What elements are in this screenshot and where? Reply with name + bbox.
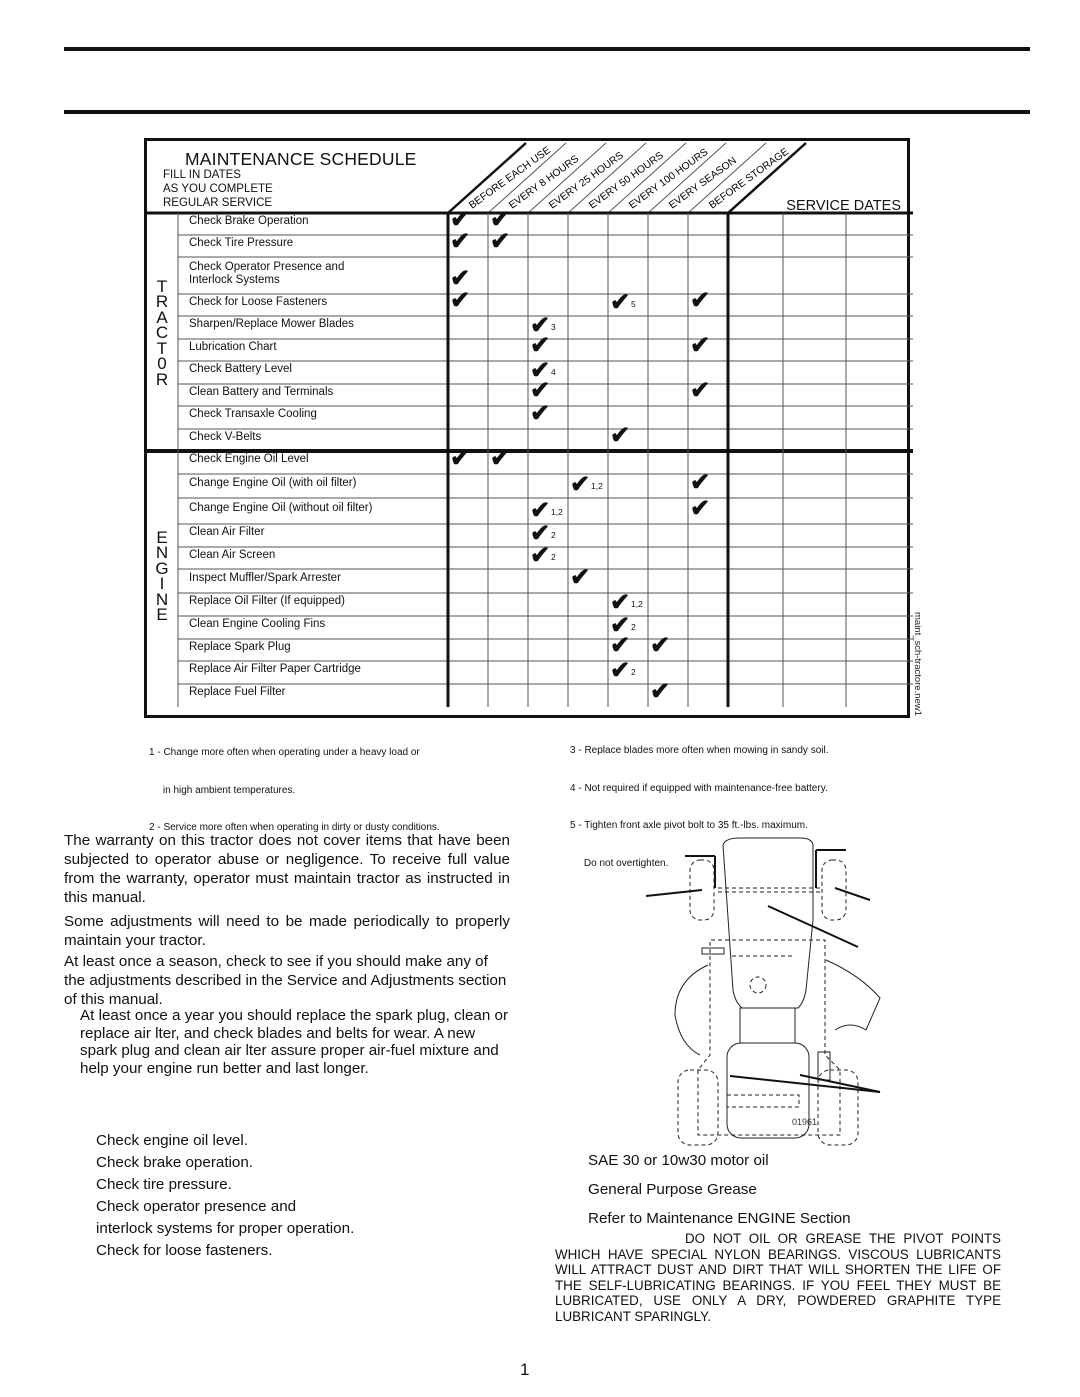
task-label: Lubrication Chart [189, 340, 277, 353]
task-label: Replace Fuel Filter [189, 686, 286, 698]
check-mark: ✔ [610, 422, 631, 449]
section-letter: R [155, 369, 169, 389]
deck-left [674, 964, 709, 1056]
check-mark: ✔ [530, 542, 551, 569]
check-mark: ✔ [450, 287, 471, 314]
checklist-item: interlock systems for proper operation. [96, 1220, 355, 1237]
check-mark: ✔ [690, 495, 711, 522]
section-label: TRACT0R [151, 278, 173, 389]
task-label: Check Transaxle Cooling [189, 408, 317, 420]
tractor-lubrication-diagram: 01961 [645, 837, 881, 1146]
callout-lines [645, 849, 881, 1093]
footnote-ref: 2 [551, 552, 556, 562]
check-mark: ✔ [690, 469, 711, 496]
task-label: Check for Loose Fasteners [189, 295, 328, 308]
check-mark: ✔ [450, 228, 471, 255]
checklist-item: Check for loose fasteners. [96, 1242, 273, 1259]
check-mark: ✔ [690, 377, 711, 404]
footnote-ref: 4 [551, 367, 556, 377]
task-label: Inspect Muffler/Spark Arrester [189, 571, 341, 584]
task-label: Check Engine Oil Level [189, 453, 309, 465]
lube-item-engine: Refer to Maintenance ENGINE Section [588, 1210, 851, 1227]
yearly-paragraph: At least once a year you should replace … [80, 1007, 509, 1077]
warranty-paragraph: The warranty on this tractor does not co… [64, 832, 510, 906]
task-label: Clean Air Screen [189, 548, 276, 561]
check-mark: ✔ [610, 632, 631, 659]
footnotes-left: 1 - Change more often when operating und… [149, 722, 440, 847]
task-label: Sharpen/Replace Mower Blades [189, 318, 354, 330]
hood-outline [722, 837, 814, 1009]
hidden-outline [677, 859, 859, 1146]
check-mark: ✔ [490, 445, 511, 472]
task-label: Change Engine Oil (with oil filter) [189, 476, 357, 489]
task-label: Clean Battery and Terminals [189, 385, 334, 398]
task-label: Check Battery Level [189, 363, 292, 375]
task-label: Check V-Belts [189, 430, 262, 443]
section-label: ENGINE [151, 529, 173, 624]
season-paragraph: At least once a season, check to see if … [64, 953, 507, 1008]
interval-header: BEFORE STORAGE [707, 146, 791, 211]
frame-outline [739, 1007, 796, 1044]
checklist-item: Check operator presence and [96, 1198, 297, 1215]
check-mark: ✔ [530, 400, 551, 427]
figure-id: 01961 [792, 1117, 817, 1127]
check-mark: ✔ [650, 632, 671, 659]
daily-checklist: Check engine oil level. Check brake oper… [96, 1130, 354, 1262]
footnote: 3 - Replace blades more often when mowin… [570, 745, 829, 756]
footnote: 4 - Not required if equipped with mainte… [570, 782, 828, 794]
document-code-label: maint_sch-tractore.new1 [912, 612, 923, 717]
footnote-ref: 2 [631, 667, 636, 677]
footnote: in high ambient temperatures. [149, 784, 296, 796]
pivot-warning: DO NOT OIL OR GREASE THE PIVOT POINTS WH… [555, 1231, 1001, 1324]
adjustments-paragraph: Some adjustments will need to be made pe… [64, 913, 510, 949]
page-number: 1 [520, 1360, 530, 1379]
top-rule [64, 47, 1030, 51]
check-mark: ✔ [450, 445, 471, 472]
task-label: Check Tire Pressure [189, 236, 294, 249]
task-label: Replace Air Filter Paper Cartridge [189, 663, 361, 675]
check-mark: ✔ [690, 287, 711, 314]
checklist-item: Check brake operation. [96, 1154, 254, 1171]
maintenance-schedule-table: MAINTENANCE SCHEDULE FILL IN DATES AS YO… [144, 138, 913, 718]
footnote-ref: 3 [551, 322, 556, 332]
check-mark: ✔ [570, 471, 591, 498]
footnote-ref: 1,2 [551, 507, 563, 517]
footnote-ref: 2 [631, 622, 636, 632]
checklist-item: Check engine oil level. [96, 1132, 248, 1149]
check-mark: ✔ [490, 228, 511, 255]
footnote-ref: 5 [631, 299, 636, 309]
schedule-grid: BEFORE EACH USEEVERY 8 HOURSEVERY 25 HOU… [147, 142, 913, 707]
task-label: Check Brake Operation [189, 214, 309, 227]
task-label: Clean Engine Cooling Fins [189, 618, 326, 630]
footnote: 1 - Change more often when operating und… [149, 747, 420, 758]
checklist-item: Check tire pressure. [96, 1176, 232, 1193]
deck-right [825, 959, 881, 1031]
task-label: Replace Oil Filter (If equipped) [189, 595, 345, 607]
check-mark: ✔ [610, 289, 631, 316]
footnote-ref: 2 [551, 530, 556, 540]
task-label: Clean Air Filter [189, 526, 265, 538]
section-rule [64, 110, 1030, 114]
check-mark: ✔ [690, 332, 711, 359]
check-mark: ✔ [610, 657, 631, 684]
check-mark: ✔ [570, 564, 591, 591]
footnote-ref: 1,2 [631, 599, 643, 609]
check-mark: ✔ [650, 678, 671, 705]
lube-item-grease: General Purpose Grease [588, 1181, 757, 1198]
task-label: Replace Spark Plug [189, 640, 291, 653]
lube-item-oil: SAE 30 or 10w30 motor oil [588, 1152, 769, 1169]
lever-icon [701, 947, 725, 955]
footnote-ref: 1,2 [591, 481, 603, 491]
task-label: Change Engine Oil (without oil filter) [189, 501, 373, 514]
section-letter: E [156, 605, 168, 624]
check-mark: ✔ [530, 332, 551, 359]
task-label: Check Operator Presence and Interlock Sy… [189, 260, 345, 286]
